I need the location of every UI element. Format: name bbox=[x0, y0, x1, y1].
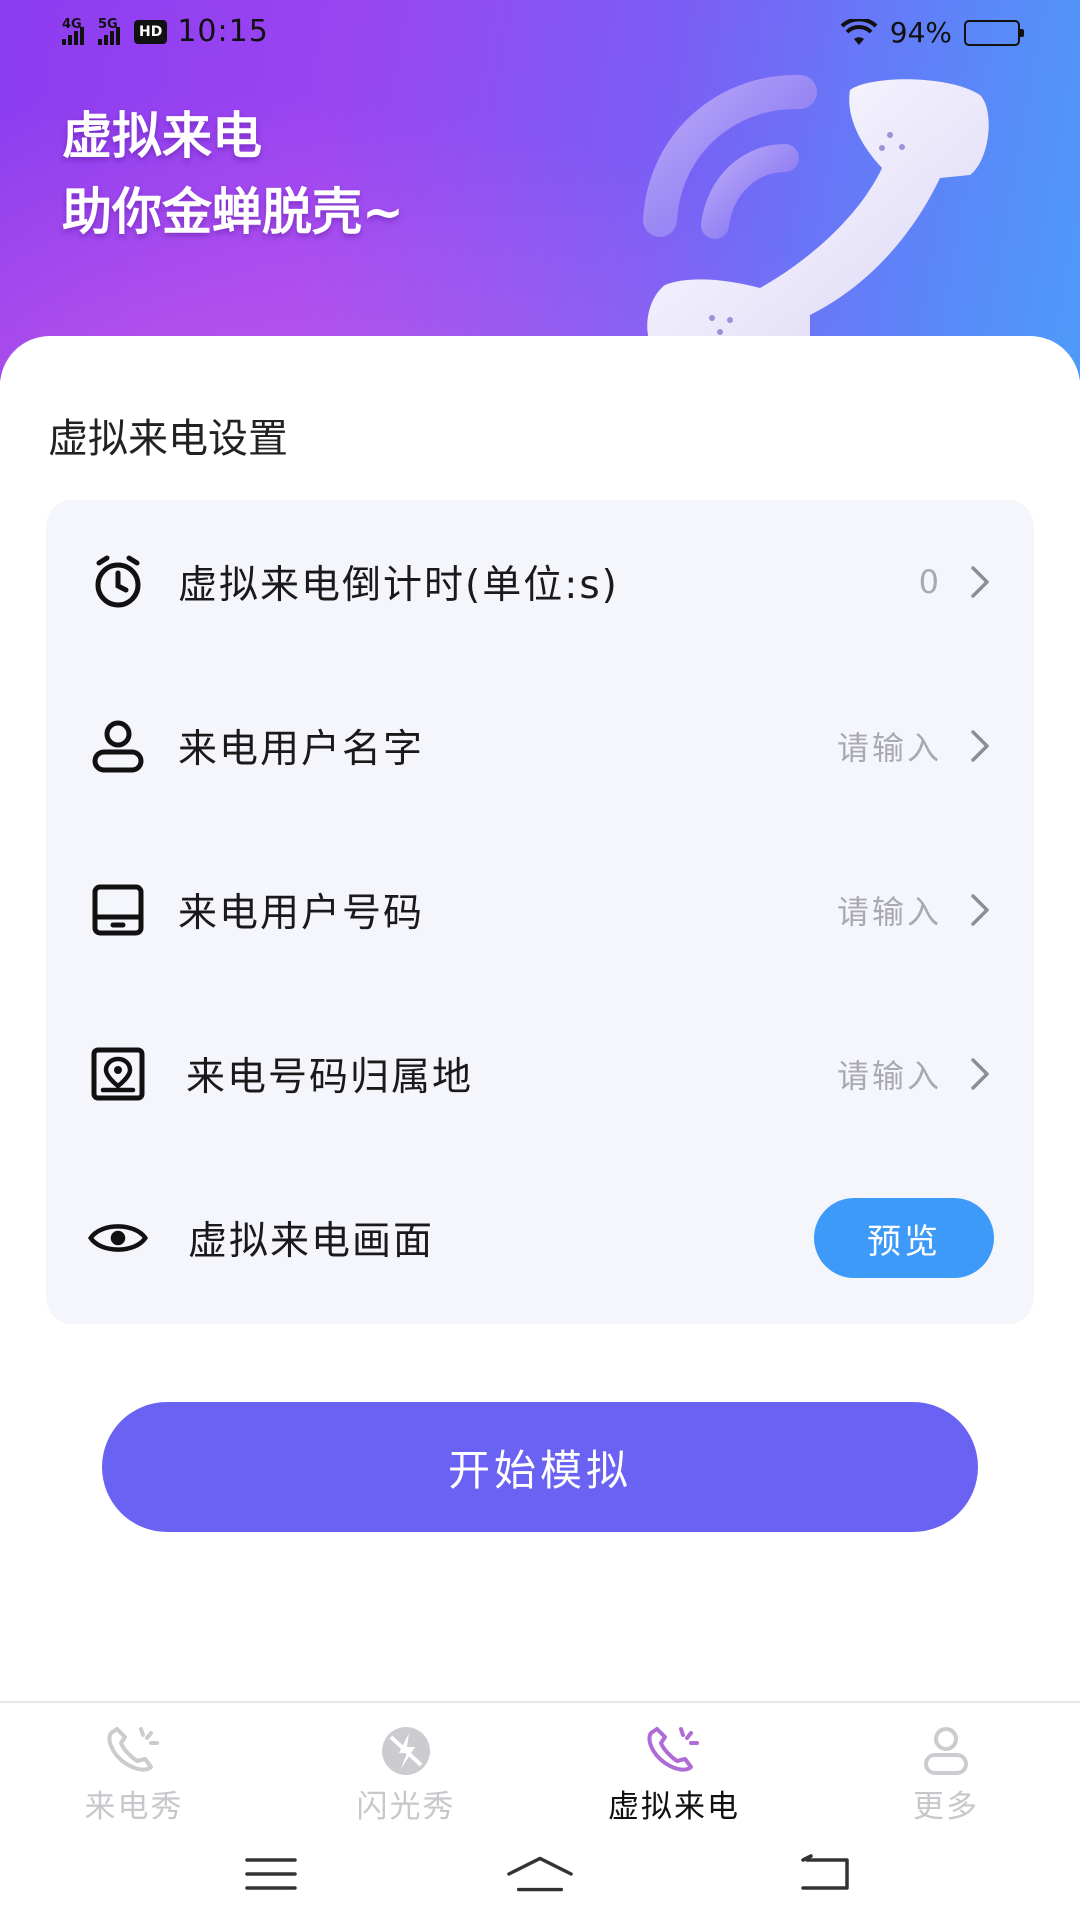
row-call-screen: 虚拟来电画面 预览 bbox=[46, 1156, 1034, 1320]
screen: 虚拟来电 助你金蝉脱壳~ 4G 5G HD 10:15 94% 虚拟来电设置 虚… bbox=[0, 0, 1080, 1920]
menu-icon[interactable] bbox=[236, 1849, 306, 1899]
caller-number-input[interactable]: 请输入 bbox=[837, 887, 942, 933]
call-show-icon bbox=[99, 1723, 169, 1779]
chevron-right-icon bbox=[960, 562, 1000, 602]
back-icon[interactable] bbox=[790, 1849, 860, 1899]
section-title: 虚拟来电设置 bbox=[48, 416, 288, 462]
battery-percent: 94% bbox=[889, 16, 952, 49]
banner-title: 虚拟来电 助你金蝉脱壳~ bbox=[62, 98, 404, 250]
eye-icon bbox=[88, 1208, 148, 1268]
user-icon bbox=[88, 716, 148, 776]
main-content: 虚拟来电设置 虚拟来电倒计时(单位:s) 0 来电用户名字 请输入 来电用户号码… bbox=[0, 336, 1080, 1701]
caller-name-input[interactable]: 请输入 bbox=[837, 723, 942, 769]
row-caller-number[interactable]: 来电用户号码 请输入 bbox=[46, 828, 1034, 992]
phone-handset-illustration bbox=[643, 74, 989, 371]
row-countdown[interactable]: 虚拟来电倒计时(单位:s) 0 bbox=[46, 500, 1034, 664]
signal-5g-icon: 5G bbox=[98, 17, 120, 45]
tab-more[interactable]: 更多 bbox=[836, 1723, 1056, 1826]
tab-label: 虚拟来电 bbox=[608, 1789, 740, 1825]
status-time: 10:15 bbox=[177, 14, 269, 49]
settings-panel: 虚拟来电倒计时(单位:s) 0 来电用户名字 请输入 来电用户号码 请输入 来电… bbox=[46, 500, 1034, 1324]
tab-label: 来电秀 bbox=[84, 1789, 184, 1825]
tab-call-show[interactable]: 来电秀 bbox=[24, 1723, 244, 1826]
location-pin-icon bbox=[88, 1044, 148, 1104]
row-caller-name[interactable]: 来电用户名字 请输入 bbox=[46, 664, 1034, 828]
phone-device-icon bbox=[88, 880, 148, 940]
virtual-call-icon bbox=[639, 1723, 709, 1779]
flash-icon bbox=[371, 1723, 441, 1779]
home-icon[interactable] bbox=[505, 1849, 575, 1899]
chevron-right-icon bbox=[960, 726, 1000, 766]
chevron-right-icon bbox=[960, 890, 1000, 930]
tab-flash-show[interactable]: 闪光秀 bbox=[296, 1723, 516, 1826]
row-label: 来电用户名字 bbox=[178, 727, 425, 772]
row-label: 虚拟来电画面 bbox=[188, 1219, 435, 1264]
system-navigation-bar bbox=[0, 1831, 1080, 1920]
start-simulation-button[interactable]: 开始模拟 bbox=[102, 1402, 978, 1532]
hd-badge: HD bbox=[134, 19, 168, 44]
row-label: 虚拟来电倒计时(单位:s) bbox=[178, 563, 619, 608]
row-caller-location[interactable]: 来电号码归属地 请输入 bbox=[46, 992, 1034, 1156]
battery-icon bbox=[964, 19, 1024, 46]
wifi-icon bbox=[840, 18, 878, 45]
caller-location-input[interactable]: 请输入 bbox=[837, 1051, 942, 1097]
stopwatch-icon bbox=[88, 552, 148, 612]
banner-line2: 助你金蝉脱壳~ bbox=[62, 183, 404, 241]
tab-label: 更多 bbox=[913, 1789, 979, 1825]
tab-virtual-call[interactable]: 虚拟来电 bbox=[564, 1723, 784, 1826]
bottom-tab-bar: 来电秀 闪光秀 虚拟来电 更多 bbox=[0, 1701, 1080, 1831]
row-label: 来电用户号码 bbox=[178, 891, 425, 936]
status-left: 4G 5G HD 10:15 bbox=[62, 14, 269, 49]
countdown-value[interactable]: 0 bbox=[919, 563, 942, 601]
status-right: 94% bbox=[840, 16, 1024, 49]
tab-label: 闪光秀 bbox=[356, 1789, 456, 1825]
signal-4g-icon: 4G bbox=[62, 17, 84, 45]
preview-button[interactable]: 预览 bbox=[814, 1198, 994, 1278]
chevron-right-icon bbox=[960, 1054, 1000, 1094]
more-user-icon bbox=[911, 1723, 981, 1779]
banner-line1: 虚拟来电 bbox=[62, 107, 262, 165]
row-label: 来电号码归属地 bbox=[186, 1055, 474, 1100]
status-bar: 4G 5G HD 10:15 94% bbox=[0, 0, 1080, 70]
